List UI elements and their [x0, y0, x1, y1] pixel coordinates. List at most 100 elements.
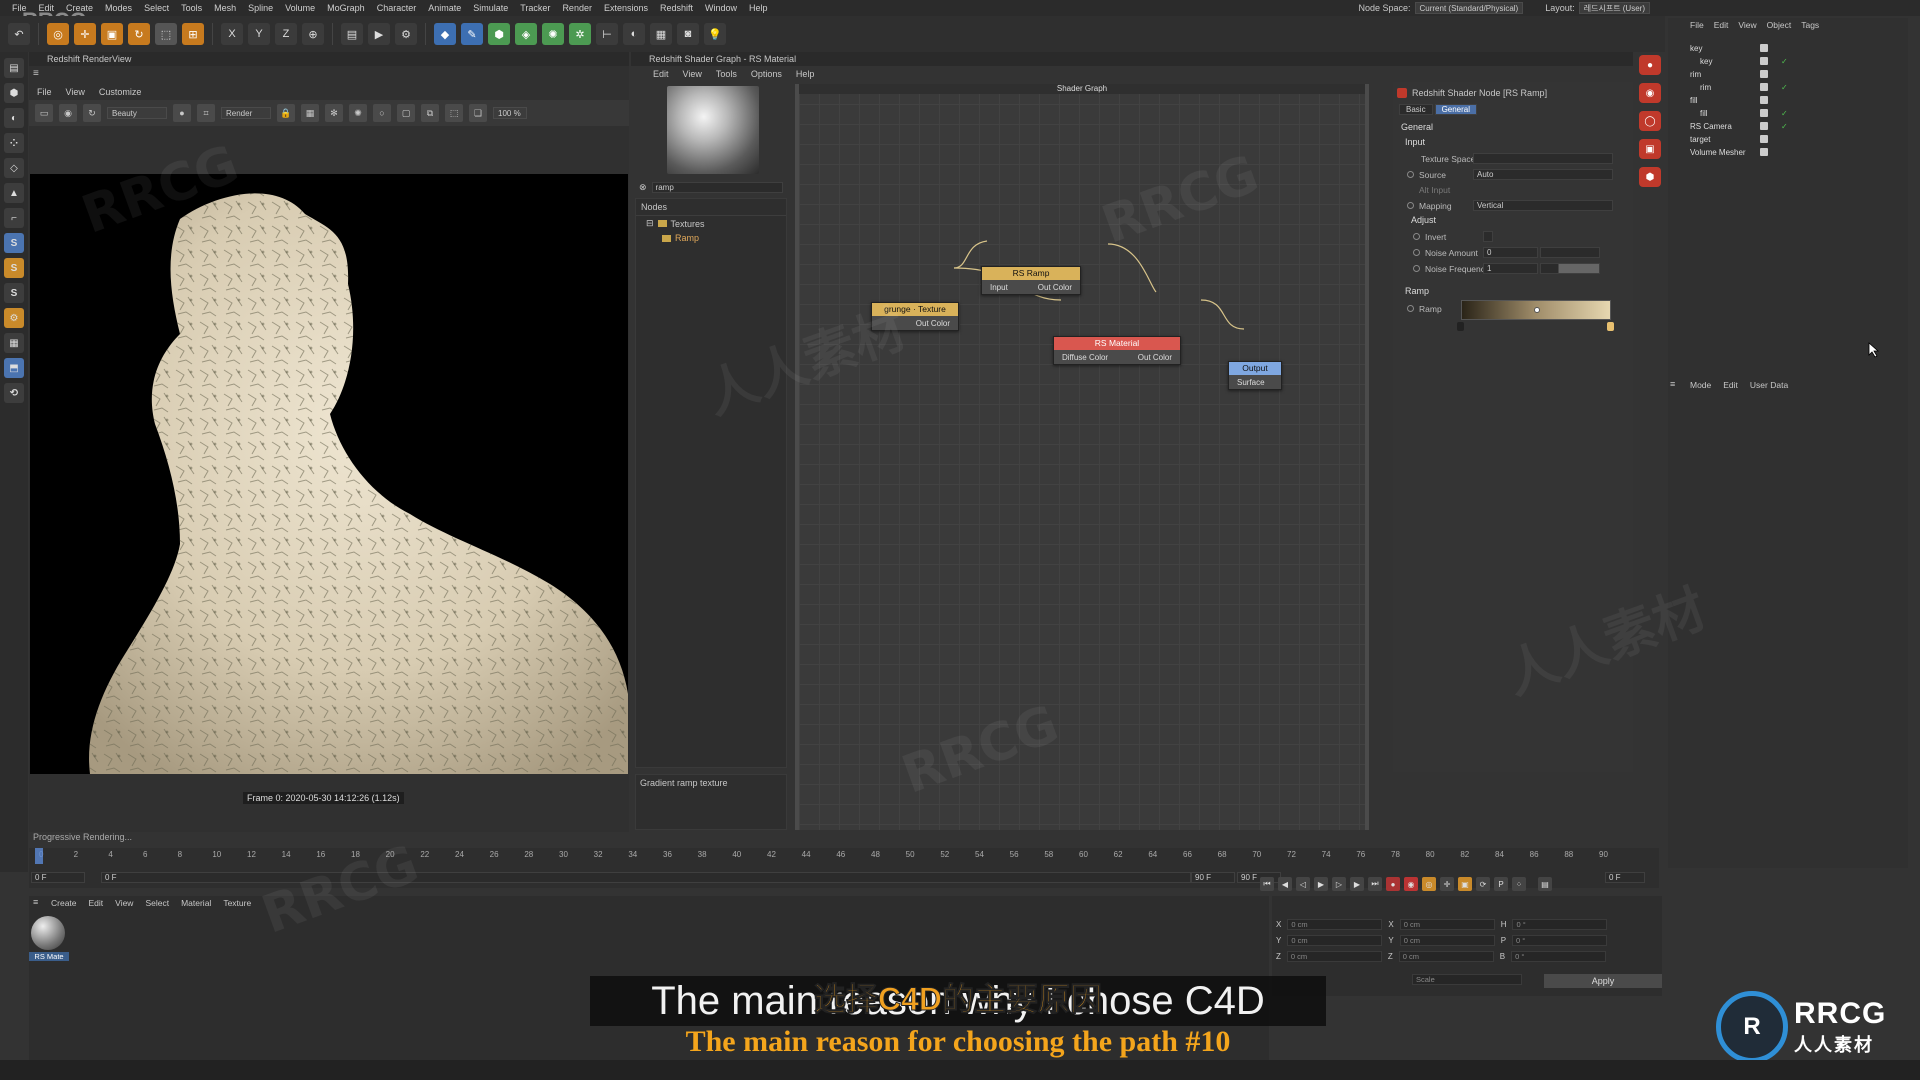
z-axis-icon[interactable]: Z	[275, 23, 297, 45]
ramp-knot-right[interactable]	[1607, 322, 1614, 331]
quantize-icon[interactable]: ⟲	[4, 383, 24, 403]
rs-ramp-input-port[interactable]: Input	[990, 283, 1008, 292]
apply-button[interactable]: Apply	[1544, 974, 1662, 988]
material-name[interactable]: RS Mate	[29, 952, 69, 961]
sg-menu-help[interactable]: Help	[796, 69, 815, 79]
refresh-icon[interactable]: ↻	[83, 104, 101, 122]
goto-end-icon[interactable]: ⏭	[1368, 877, 1382, 891]
position-x-field[interactable]: 0 cm	[1287, 918, 1383, 930]
rs-camera-icon[interactable]: ▣	[1639, 139, 1661, 159]
workplane-icon[interactable]: ⚙	[4, 308, 24, 328]
deformer-icon[interactable]: ✺	[542, 23, 564, 45]
rs-render-icon[interactable]: ●	[1639, 55, 1661, 75]
goto-start-icon[interactable]: ⏮	[1260, 877, 1274, 891]
record-icon[interactable]: ●	[1386, 877, 1400, 891]
node-search-input[interactable]: ramp	[651, 181, 783, 193]
layers-icon[interactable]: ❏	[469, 104, 487, 122]
rv-menu-file[interactable]: File	[37, 87, 52, 97]
menu-character[interactable]: Character	[371, 3, 423, 13]
visibility-icon[interactable]	[1760, 148, 1768, 156]
enabled-check-icon[interactable]: ✓	[1781, 122, 1788, 131]
start-frame-field[interactable]: 0 F	[31, 872, 85, 883]
grid-icon[interactable]: ▦	[4, 333, 24, 353]
object-row[interactable]: key	[1668, 42, 1908, 54]
grid-icon[interactable]: ▦	[301, 104, 319, 122]
save-icon[interactable]: ▢	[397, 104, 415, 122]
collapse-icon[interactable]: ⊟	[646, 218, 654, 229]
y-axis-icon[interactable]: Y	[248, 23, 270, 45]
mm-menu-texture[interactable]: Texture	[223, 898, 251, 908]
autokey-icon[interactable]: ◉	[1404, 877, 1418, 891]
key-param-icon[interactable]: P	[1494, 877, 1508, 891]
next-key-icon[interactable]: ▶	[1350, 877, 1364, 891]
source-radio-icon[interactable]	[1407, 171, 1414, 178]
render-region-icon[interactable]: ▤	[341, 23, 363, 45]
symmetry-icon[interactable]: S	[4, 283, 24, 303]
zoom-field[interactable]: 100 %	[493, 107, 527, 119]
menu-mesh[interactable]: Mesh	[208, 3, 242, 13]
render-view-icon[interactable]: ▶	[368, 23, 390, 45]
snowflake-icon[interactable]: ✻	[325, 104, 343, 122]
object-row[interactable]: rim ✓	[1668, 81, 1908, 93]
sg-menu-tools[interactable]: Tools	[716, 69, 737, 79]
rv-menu-view[interactable]: View	[66, 87, 85, 97]
environment-icon[interactable]: ◐	[623, 23, 645, 45]
grunge-output-port[interactable]: Out Color	[916, 319, 950, 328]
om-menu-object[interactable]: Object	[1767, 20, 1792, 30]
visibility-icon[interactable]	[1760, 122, 1768, 130]
hamburger-icon[interactable]: ≡	[1670, 379, 1675, 389]
ramp-radio-icon[interactable]	[1407, 305, 1414, 312]
om-menu-file[interactable]: File	[1690, 20, 1704, 30]
mapping-radio-icon[interactable]	[1407, 202, 1414, 209]
node-space-dropdown[interactable]: Current (Standard/Physical)	[1414, 2, 1524, 14]
rotate-icon[interactable]: ↻	[128, 23, 150, 45]
scale-icon[interactable]: ▣	[101, 23, 123, 45]
menu-volume[interactable]: Volume	[279, 3, 321, 13]
object-row[interactable]: key ✓	[1668, 55, 1908, 67]
rs-ramp-output-port[interactable]: Out Color	[1038, 283, 1072, 292]
axis-mode-icon[interactable]: ⌐	[4, 208, 24, 228]
undo-icon[interactable]: ↶	[8, 23, 30, 45]
object-row[interactable]: rim	[1668, 68, 1908, 80]
menu-render[interactable]: Render	[556, 3, 598, 13]
layout-dropdown[interactable]: 레드시프트 (User)	[1578, 2, 1650, 14]
noise-amount-field[interactable]: 0	[1483, 247, 1538, 258]
position-z-field[interactable]: 0 cm	[1286, 950, 1382, 962]
play-icon[interactable]: ▶	[1314, 877, 1328, 891]
enabled-check-icon[interactable]: ✓	[1781, 109, 1788, 118]
source-dropdown[interactable]: Auto	[1473, 169, 1613, 180]
menu-tracker[interactable]: Tracker	[514, 3, 556, 13]
visibility-icon[interactable]	[1760, 109, 1768, 117]
sg-menu-edit[interactable]: Edit	[653, 69, 669, 79]
visibility-icon[interactable]	[1760, 96, 1768, 104]
region-icon[interactable]: ⬚	[445, 104, 463, 122]
generator-icon[interactable]: ⬢	[488, 23, 510, 45]
live-select-icon[interactable]: ◎	[47, 23, 69, 45]
group-adjust[interactable]: Adjust	[1411, 215, 1436, 225]
size-x-field[interactable]: 0 cm	[1399, 918, 1495, 930]
prev-key-icon[interactable]: ◀	[1278, 877, 1292, 891]
noise-amount-radio-icon[interactable]	[1413, 249, 1420, 256]
tree-item-textures[interactable]: ⊟ Textures	[636, 216, 786, 231]
menu-redshift[interactable]: Redshift	[654, 3, 699, 13]
key-rot-icon[interactable]: ⟳	[1476, 877, 1490, 891]
tab-basic[interactable]: Basic	[1399, 104, 1433, 115]
rv-menu-customize[interactable]: Customize	[99, 87, 142, 97]
grunge-texture-node[interactable]: grunge · Texture Out Color	[871, 302, 959, 331]
mograph-icon[interactable]: ✲	[569, 23, 591, 45]
rs-light-icon[interactable]: ◉	[1639, 83, 1661, 103]
aov-dropdown[interactable]: Beauty	[107, 107, 167, 119]
move-icon[interactable]: ✛	[74, 23, 96, 45]
menu-tools[interactable]: Tools	[175, 3, 208, 13]
menu-help[interactable]: Help	[743, 3, 774, 13]
keyframe-icon[interactable]: ◎	[1422, 877, 1436, 891]
playhead[interactable]	[35, 848, 43, 864]
om-menu-edit[interactable]: Edit	[1714, 20, 1729, 30]
om-menu-view[interactable]: View	[1738, 20, 1756, 30]
model-mode-icon[interactable]: ⬢	[4, 83, 24, 103]
current-frame-field[interactable]: 0 F	[101, 872, 1191, 883]
rs-ramp-node[interactable]: RS Ramp Input Out Color	[981, 266, 1081, 295]
make-editable-icon[interactable]: ▤	[4, 58, 24, 78]
mm-menu-edit[interactable]: Edit	[89, 898, 104, 908]
am-menu-userdata[interactable]: User Data	[1750, 380, 1788, 390]
